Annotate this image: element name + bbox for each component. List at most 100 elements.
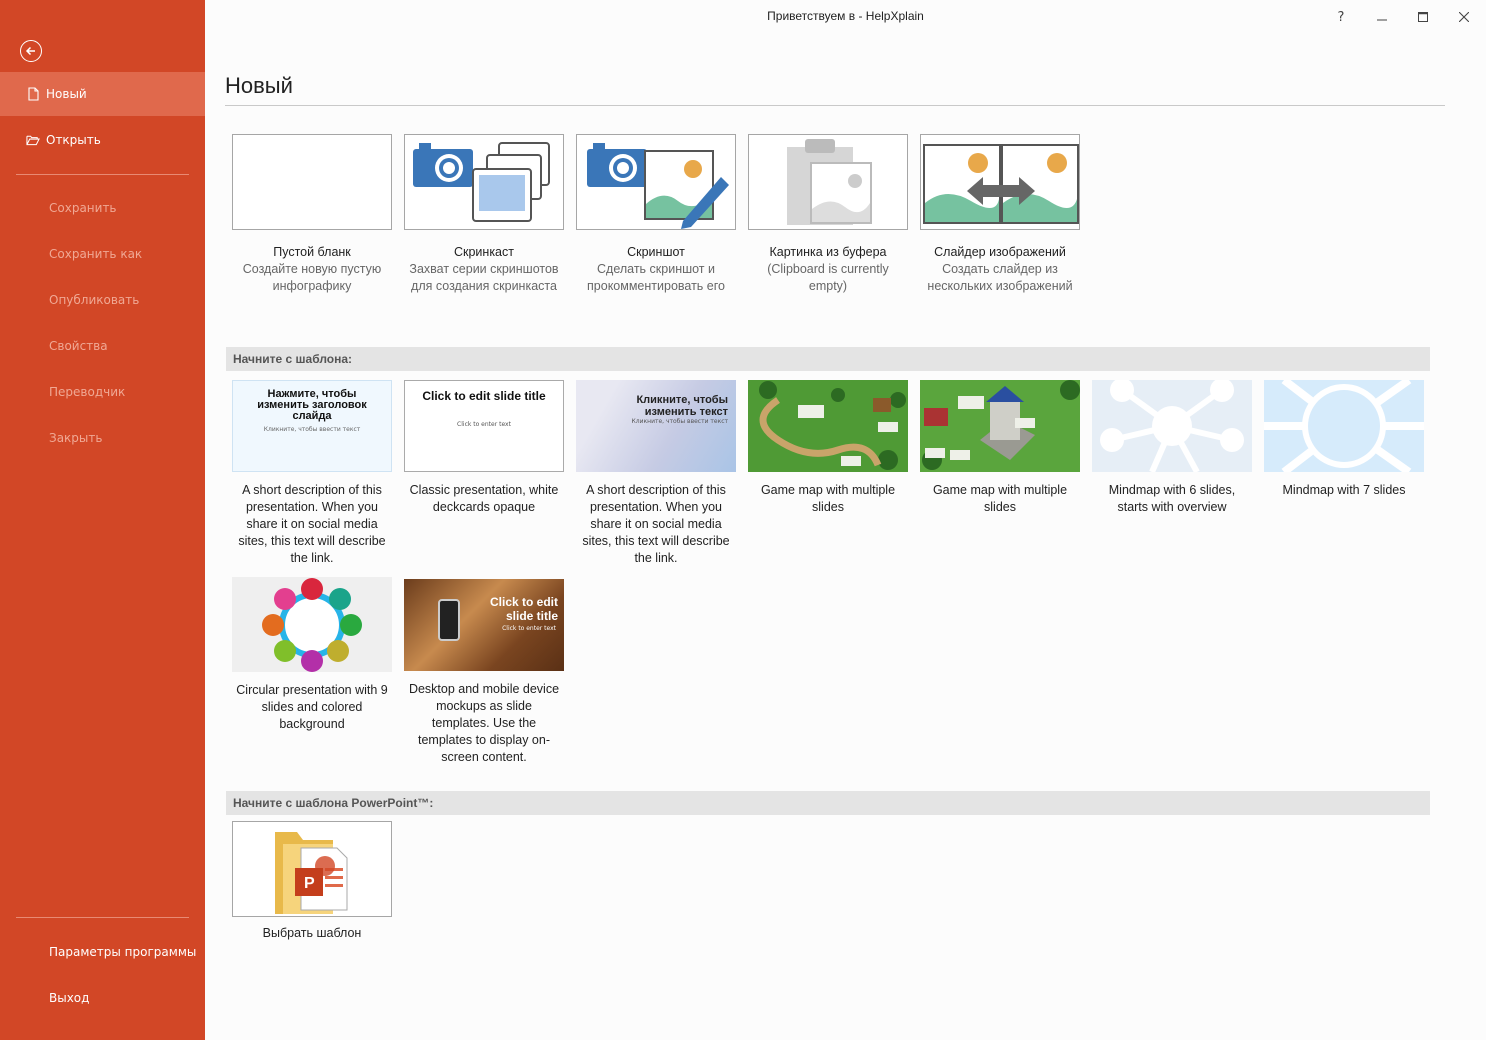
- template-tile[interactable]: Circular presentation with 9 slides and …: [232, 577, 392, 733]
- new-blank-tile[interactable]: Пустой бланк Создайте новую пустую инфог…: [232, 134, 392, 295]
- page-title: Новый: [225, 73, 293, 98]
- sidebar-item-label: Сохранить: [49, 201, 117, 215]
- tile-label: Game map with multiple slides: [760, 483, 896, 514]
- close-button[interactable]: [1452, 7, 1476, 27]
- thumb-subtitle: Кликните, чтобы ввести текст: [631, 418, 728, 425]
- sidebar-divider: [16, 174, 189, 175]
- title-bar: Приветствуем в - HelpXplain ?: [205, 0, 1486, 34]
- sidebar-divider: [16, 917, 189, 918]
- sidebar-item-properties[interactable]: Свойства: [0, 324, 205, 368]
- thumb-title: Click to edit slide title: [489, 595, 558, 623]
- thumb-title: Нажмите, чтобы изменить заголовок слайда: [257, 388, 367, 422]
- sidebar-item-publish[interactable]: Опубликовать: [0, 278, 205, 322]
- new-screenshot-tile[interactable]: Скриншот Сделать скриншот и прокомментир…: [576, 134, 736, 295]
- sidebar-item-label: Свойства: [49, 339, 108, 353]
- tile-label: A short description of this presentation…: [582, 483, 730, 565]
- sidebar-item-open[interactable]: Открыть: [0, 118, 205, 162]
- templates-section-header: Начните с шаблона:: [226, 347, 1430, 371]
- template-tile[interactable]: Mindmap with 7 slides: [1264, 380, 1424, 499]
- maximize-icon: [1418, 12, 1428, 22]
- tile-label: Desktop and mobile device mockups as sli…: [408, 682, 560, 764]
- sidebar-item-label: Открыть: [46, 133, 101, 147]
- help-button[interactable]: ?: [1329, 7, 1353, 27]
- clipboard-icon: [787, 139, 872, 225]
- image-slider-icon: [923, 144, 1079, 224]
- sidebar-item-save[interactable]: Сохранить: [0, 186, 205, 230]
- circular-presentation-thumbnail-image: [232, 577, 392, 672]
- maximize-button[interactable]: [1411, 7, 1435, 27]
- template-tile[interactable]: Mindmap with 6 slides, starts with overv…: [1092, 380, 1252, 516]
- thumb-title: Кликните, чтобы изменить текст: [636, 394, 728, 418]
- sidebar-item-label: Закрыть: [49, 431, 103, 445]
- tile-name: Пустой бланк: [273, 245, 351, 259]
- tile-name: Слайдер изображений: [934, 245, 1066, 259]
- tile-description: Создать слайдер из нескольких изображени…: [927, 262, 1073, 293]
- phone-mockup: [438, 599, 460, 641]
- template-tile[interactable]: Click to edit slide title Click to enter…: [404, 579, 564, 766]
- sidebar-item-new[interactable]: Новый: [0, 72, 205, 116]
- sidebar-item-label: Переводчик: [49, 385, 126, 399]
- tile-label: Mindmap with 7 slides: [1282, 483, 1406, 497]
- template-tile[interactable]: Click to edit slide title Click to enter…: [404, 380, 564, 516]
- sidebar-item-close[interactable]: Закрыть: [0, 416, 205, 460]
- template-thumbnail: [920, 380, 1080, 472]
- sidebar-item-label: Опубликовать: [49, 293, 140, 307]
- game-map-thumbnail-image: [748, 380, 908, 472]
- powerpoint-folder-icon: P: [275, 832, 348, 914]
- tile-name: Картинка из буфера: [769, 245, 887, 259]
- template-thumbnail: [232, 577, 392, 672]
- mindmap-thumbnail-image: [1100, 380, 1244, 472]
- sidebar-item-exit[interactable]: Выход: [0, 976, 205, 1020]
- new-slider-tile[interactable]: Слайдер изображений Создать слайдер из н…: [920, 134, 1080, 295]
- tile-description: (Clipboard is currently empty): [767, 262, 889, 293]
- tile-label: Game map with multiple slides: [932, 483, 1068, 514]
- new-clipboard-tile[interactable]: Картинка из буфера (Clipboard is current…: [748, 134, 908, 295]
- window-title: Приветствуем в - HelpXplain: [767, 9, 924, 23]
- template-tile[interactable]: Game map with multiple slides: [920, 380, 1080, 516]
- tile-label: Выбрать шаблон: [262, 926, 362, 940]
- sidebar-item-save-as[interactable]: Сохранить как: [0, 232, 205, 276]
- tile-label: Circular presentation with 9 slides and …: [236, 683, 388, 731]
- minimize-button[interactable]: [1370, 7, 1394, 27]
- template-thumbnail: Click to edit slide title Click to enter…: [404, 579, 564, 671]
- image-edit-icon: [644, 150, 729, 229]
- template-tile[interactable]: Нажмите, чтобы изменить заголовок слайда…: [232, 380, 392, 567]
- thumb-subtitle: Click to enter text: [457, 421, 511, 428]
- tile-description: Создайте новую пустую инфографику: [242, 262, 382, 293]
- template-thumbnail: Нажмите, чтобы изменить заголовок слайда…: [232, 380, 392, 472]
- folder-open-icon: [26, 132, 40, 148]
- template-tile[interactable]: Game map with multiple slides: [748, 380, 908, 516]
- slider-thumbnail: [920, 134, 1080, 230]
- mindmap-thumbnail-image: [1264, 380, 1424, 472]
- template-thumbnail: Click to edit slide title Click to enter…: [404, 380, 564, 472]
- camera-icon: [413, 143, 473, 187]
- template-thumbnail: [1264, 380, 1424, 472]
- svg-text:P: P: [304, 875, 315, 892]
- clipboard-thumbnail: [748, 134, 908, 230]
- title-divider: [225, 105, 1445, 106]
- back-button[interactable]: [20, 40, 42, 62]
- minimize-icon: [1377, 19, 1387, 21]
- sidebar-item-label: Новый: [46, 87, 87, 101]
- camera-icon: [587, 143, 647, 187]
- ppt-section-header: Начните с шаблона PowerPoint™:: [226, 791, 1430, 815]
- sidebar-item-label: Параметры программы: [49, 945, 197, 959]
- tile-label: Classic presentation, white deckcards op…: [409, 483, 559, 514]
- file-icon: [26, 86, 40, 102]
- tile-name: Скриншот: [627, 245, 685, 259]
- close-icon: [1459, 12, 1469, 22]
- choose-ppt-template-tile[interactable]: P Выбрать шаблон: [232, 821, 392, 942]
- blank-thumbnail: [232, 134, 392, 230]
- template-tile[interactable]: Кликните, чтобы изменить текст Кликните,…: [576, 380, 736, 567]
- new-screencast-tile[interactable]: Скринкаст Захват серии скриншотов для со…: [404, 134, 564, 295]
- thumb-title: Click to edit slide title: [422, 389, 546, 403]
- screenshot-thumbnail: [576, 134, 736, 230]
- tile-label: A short description of this presentation…: [238, 483, 386, 565]
- tile-description: Сделать скриншот и прокомментировать его: [587, 262, 725, 293]
- tile-name: Скринкаст: [453, 245, 514, 259]
- backstage-sidebar: Новый Открыть Сохранить Сохранить как Оп…: [0, 0, 205, 1040]
- sidebar-item-label: Сохранить как: [49, 247, 143, 261]
- sidebar-item-settings[interactable]: Параметры программы: [0, 930, 205, 974]
- sidebar-item-translator[interactable]: Переводчик: [0, 370, 205, 414]
- game-map-thumbnail-image: [920, 380, 1080, 472]
